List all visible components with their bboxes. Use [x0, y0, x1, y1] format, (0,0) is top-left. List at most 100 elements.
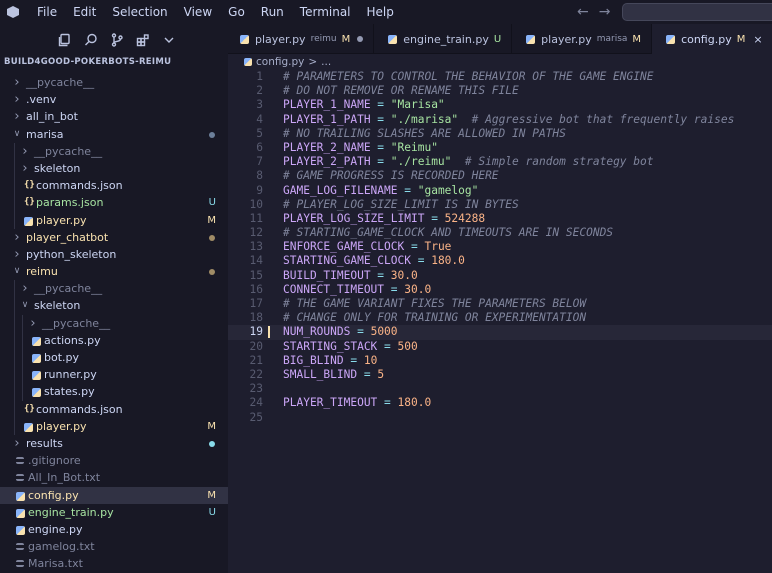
- code-line[interactable]: 8 # GAME PROGRESS IS RECORDED HERE: [228, 169, 772, 183]
- chevron-right-icon[interactable]: ›: [12, 229, 22, 246]
- file-item[interactable]: {} params.json U: [0, 194, 228, 212]
- code-line[interactable]: 23: [228, 382, 772, 396]
- file-item[interactable]: All_In_Bot.txt: [0, 469, 228, 486]
- breadcrumb-symbols[interactable]: ...: [321, 54, 331, 70]
- file-item[interactable]: bot.py: [0, 349, 228, 367]
- text-file-icon: [16, 543, 24, 551]
- folder-item[interactable]: › __pycache__: [0, 142, 228, 160]
- folder-item[interactable]: › all_in_bot: [0, 108, 228, 125]
- files-icon[interactable]: [58, 33, 72, 47]
- folder-item[interactable]: ∨ marisa: [0, 126, 228, 143]
- folder-item[interactable]: › results: [0, 435, 228, 452]
- python-file-icon: [16, 525, 25, 535]
- file-item[interactable]: gamelog.txt: [0, 538, 228, 555]
- menu-selection[interactable]: Selection: [104, 0, 175, 24]
- code-variable: PLAYER_TIMEOUT: [283, 396, 378, 410]
- menu-edit[interactable]: Edit: [65, 0, 104, 24]
- indent-guide: [14, 331, 15, 349]
- extensions-icon[interactable]: [136, 33, 150, 47]
- chevron-right-icon[interactable]: ›: [20, 280, 30, 297]
- chevron-down-icon[interactable]: ∨: [20, 297, 30, 314]
- code-line[interactable]: 5 # NO TRAILING SLASHES ARE ALLOWED IN PA…: [228, 127, 772, 141]
- menu-run[interactable]: Run: [253, 0, 292, 24]
- workspace-title[interactable]: BUILD4GOOD-POKERBOTS-REIMU: [0, 56, 228, 68]
- close-icon[interactable]: ×: [753, 33, 762, 46]
- code-line[interactable]: 4 PLAYER_1_PATH = "./marisa" # Aggressive…: [228, 113, 772, 127]
- code-line[interactable]: 20 STARTING_STACK = 500: [228, 340, 772, 354]
- editor-tab[interactable]: config.py M ×: [652, 24, 772, 54]
- folder-item[interactable]: › player_chatbot: [0, 229, 228, 246]
- file-item[interactable]: states.py: [0, 383, 228, 401]
- menu-go[interactable]: Go: [220, 0, 253, 24]
- file-item[interactable]: config.py M: [0, 486, 228, 504]
- code-line[interactable]: 15 BUILD_TIMEOUT = 30.0: [228, 269, 772, 283]
- chevron-right-icon[interactable]: ›: [12, 108, 22, 125]
- code-line[interactable]: 24 PLAYER_TIMEOUT = 180.0: [228, 396, 772, 410]
- chevron-right-icon[interactable]: ›: [28, 315, 38, 332]
- arrow-left-icon[interactable]: ←: [577, 4, 589, 20]
- code-line[interactable]: 1 # PARAMETERS TO CONTROL THE BEHAVIOR OF…: [228, 70, 772, 84]
- code-line[interactable]: 13 ENFORCE_GAME_CLOCK = True: [228, 240, 772, 254]
- search-icon[interactable]: [84, 33, 98, 47]
- folder-item[interactable]: › __pycache__: [0, 280, 228, 298]
- code-line[interactable]: 18 # CHANGE ONLY FOR TRAINING OR EXPERIME…: [228, 311, 772, 325]
- code-line[interactable]: 2 # DO NOT REMOVE OR RENAME THIS FILE: [228, 84, 772, 98]
- chevron-right-icon[interactable]: ›: [12, 246, 22, 263]
- file-item[interactable]: engine_train.py U: [0, 504, 228, 521]
- chevron-down-icon[interactable]: [162, 33, 176, 47]
- code-line[interactable]: 12 # STARTING_GAME_CLOCK AND TIMEOUTS ARE…: [228, 226, 772, 240]
- line-number: 13: [249, 240, 263, 254]
- chevron-right-icon[interactable]: ›: [20, 160, 30, 177]
- menu-help[interactable]: Help: [359, 0, 402, 24]
- folder-item[interactable]: › skeleton: [0, 159, 228, 178]
- code-line[interactable]: 16 CONNECT_TIMEOUT = 30.0: [228, 283, 772, 297]
- file-item[interactable]: Marisa.txt: [0, 555, 228, 572]
- folder-item[interactable]: › __pycache__: [0, 314, 228, 332]
- chevron-right-icon[interactable]: ›: [12, 435, 22, 452]
- file-item[interactable]: runner.py: [0, 366, 228, 384]
- menu-terminal[interactable]: Terminal: [292, 0, 359, 24]
- file-item[interactable]: {} commands.json: [0, 400, 228, 418]
- code-line[interactable]: 9 GAME_LOG_FILENAME = "gamelog": [228, 184, 772, 198]
- file-item[interactable]: .gitignore: [0, 452, 228, 469]
- command-center-search[interactable]: [622, 3, 772, 21]
- file-item[interactable]: engine.py: [0, 521, 228, 538]
- file-item[interactable]: player.py M: [0, 211, 228, 229]
- file-item[interactable]: {} commands.json: [0, 177, 228, 195]
- menu-view[interactable]: View: [176, 0, 220, 24]
- code-editor[interactable]: 1 # PARAMETERS TO CONTROL THE BEHAVIOR OF…: [228, 70, 772, 425]
- code-line[interactable]: 19 NUM_ROUNDS = 5000: [228, 325, 772, 340]
- source-control-icon[interactable]: [110, 33, 124, 47]
- arrow-right-icon[interactable]: →: [599, 4, 611, 20]
- chevron-down-icon[interactable]: ∨: [12, 263, 22, 280]
- file-item[interactable]: actions.py: [0, 331, 228, 349]
- chevron-down-icon[interactable]: ∨: [12, 126, 22, 143]
- chevron-right-icon[interactable]: ›: [12, 74, 22, 91]
- menu-file[interactable]: File: [29, 0, 65, 24]
- chevron-right-icon[interactable]: ›: [12, 91, 22, 108]
- code-line[interactable]: 7 PLAYER_2_PATH = "./reimu" # Simple rand…: [228, 155, 772, 169]
- unsaved-dot-icon[interactable]: [357, 36, 364, 42]
- code-line[interactable]: 17 # THE GAME VARIANT FIXES THE PARAMETER…: [228, 297, 772, 311]
- folder-item[interactable]: › __pycache__: [0, 74, 228, 91]
- folder-item[interactable]: › .venv: [0, 91, 228, 108]
- folder-item[interactable]: ∨ reimu: [0, 263, 228, 280]
- code-line[interactable]: 3 PLAYER_1_NAME = "Marisa": [228, 98, 772, 112]
- file-item[interactable]: player.py M: [0, 417, 228, 435]
- code-line[interactable]: 25: [228, 411, 772, 425]
- folder-item[interactable]: › python_skeleton: [0, 246, 228, 263]
- code-line[interactable]: 10 # PLAYER_LOG_SIZE_LIMIT IS IN BYTES: [228, 198, 772, 212]
- code-line[interactable]: 22 SMALL_BLIND = 5: [228, 368, 772, 382]
- folder-item[interactable]: ∨ skeleton: [0, 297, 228, 315]
- code-line[interactable]: 21 BIG_BLIND = 10: [228, 354, 772, 368]
- editor-tab[interactable]: engine_train.py U: [374, 24, 513, 54]
- editor-tab[interactable]: player.py marisa M: [512, 24, 653, 54]
- python-file-icon: [240, 34, 249, 44]
- code-line[interactable]: 14 STARTING_GAME_CLOCK = 180.0: [228, 254, 772, 268]
- breadcrumb-file[interactable]: config.py: [256, 54, 304, 70]
- editor-tab[interactable]: player.py reimu M: [228, 24, 375, 54]
- chevron-right-icon[interactable]: ›: [20, 143, 30, 160]
- code-line[interactable]: 6 PLAYER_2_NAME = "Reimu": [228, 141, 772, 155]
- tree-item-label: __pycache__: [34, 144, 103, 158]
- code-line[interactable]: 11 PLAYER_LOG_SIZE_LIMIT = 524288: [228, 212, 772, 226]
